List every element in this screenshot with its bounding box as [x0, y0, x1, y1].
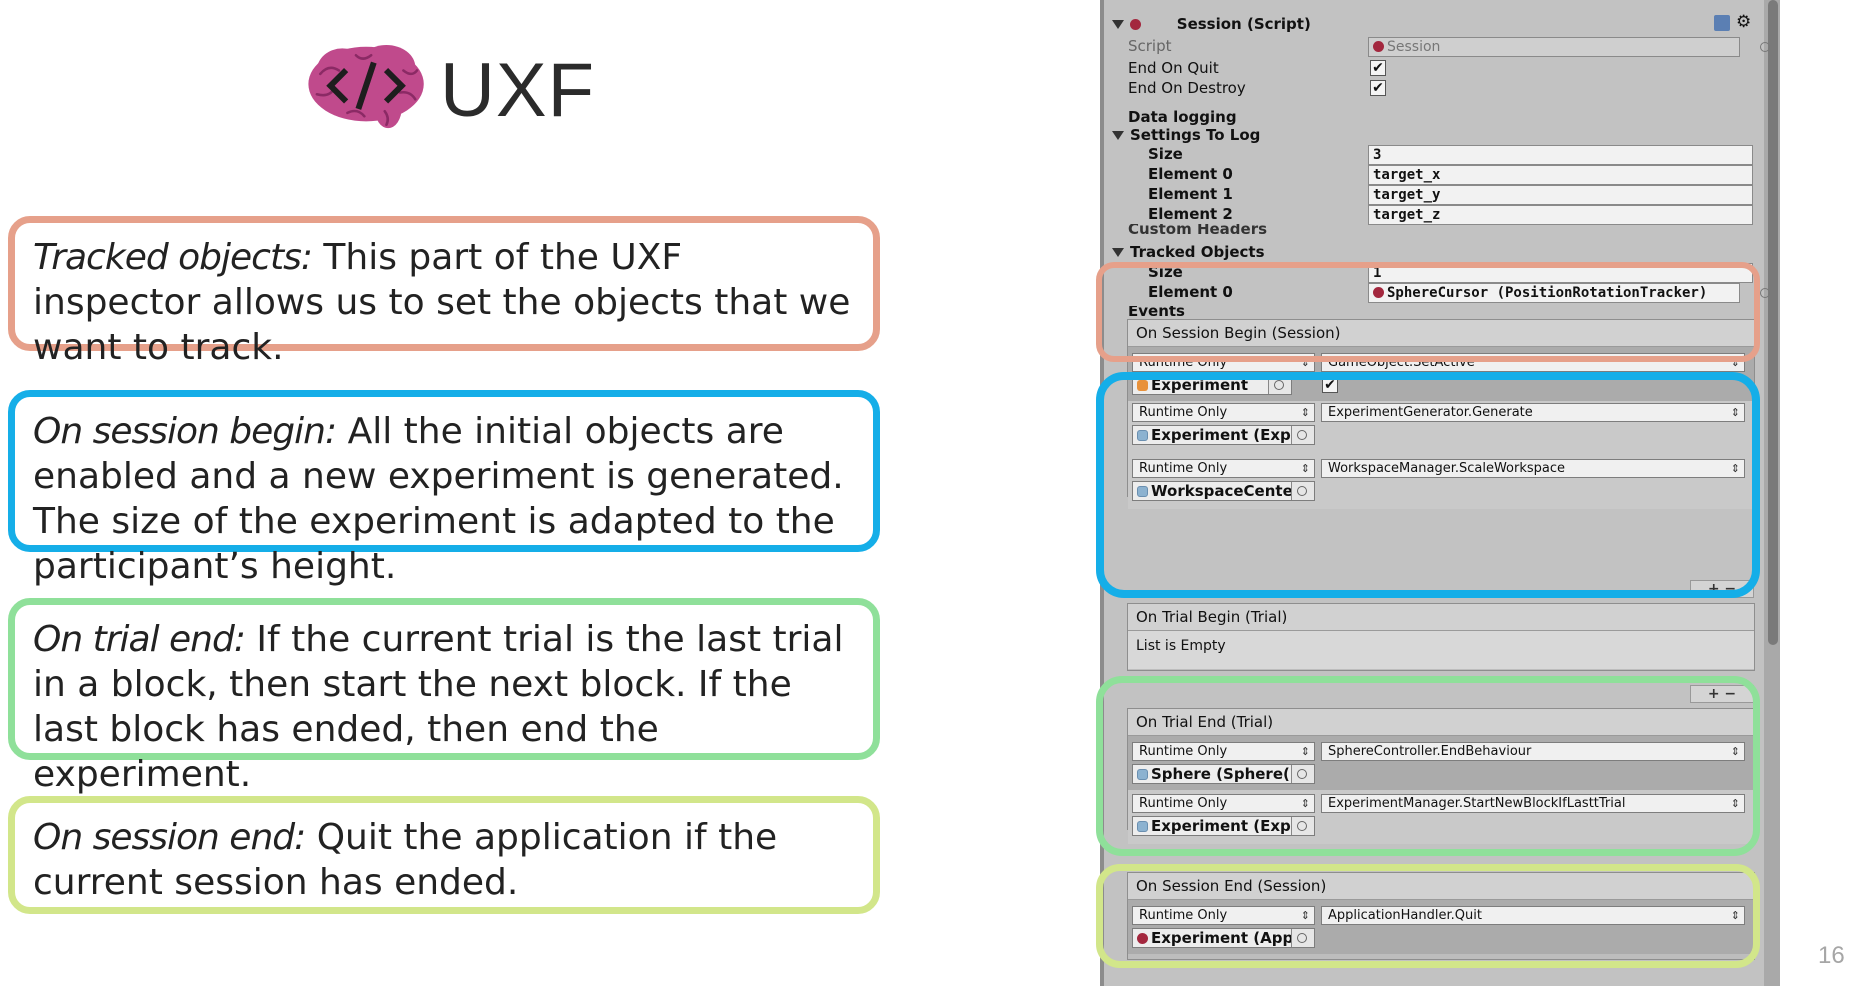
end-on-quit-label: End On Quit	[1128, 59, 1219, 77]
component-title: Session (Script)	[1176, 15, 1311, 33]
callout-title: Tracked objects:	[33, 237, 313, 278]
element-label: Element 2	[1148, 205, 1233, 223]
object-picker-icon[interactable]	[1760, 42, 1770, 52]
tracked-objects-highlight	[1096, 262, 1760, 362]
uxf-logo: UXF	[305, 30, 595, 150]
callout-title: On trial end:	[33, 619, 246, 660]
event-trial-begin: On Trial Begin (Trial) List is Empty	[1127, 603, 1755, 671]
page-number: 16	[1818, 942, 1845, 969]
session-begin-highlight	[1096, 372, 1760, 598]
settings-to-log-label: Settings To Log	[1130, 126, 1261, 144]
element-label: Element 0	[1148, 165, 1233, 183]
event-header: On Trial Begin (Trial)	[1128, 604, 1754, 631]
scrollbar-thumb[interactable]	[1768, 0, 1778, 645]
foldout-arrow-icon[interactable]	[1112, 20, 1124, 29]
tracked-objects-foldout[interactable]: Tracked Objects	[1112, 242, 1265, 262]
script-label: Script	[1128, 37, 1172, 55]
brain-icon	[1373, 41, 1384, 52]
object-picker-icon[interactable]	[1760, 288, 1770, 298]
settings-size-label: Size	[1148, 145, 1183, 163]
list-empty-text: List is Empty	[1128, 631, 1754, 669]
callout-tracked-objects: Tracked objects: This part of the UXF in…	[8, 216, 880, 368]
settings-to-log-foldout[interactable]: Settings To Log	[1112, 125, 1260, 145]
foldout-arrow-icon[interactable]	[1112, 248, 1124, 257]
end-on-destroy-checkbox[interactable]: ✔	[1370, 80, 1386, 96]
callout-title: On session begin:	[33, 411, 337, 452]
callout-title: On session end:	[33, 817, 306, 858]
tracked-objects-label: Tracked Objects	[1130, 243, 1265, 261]
element-field[interactable]: target_z	[1368, 205, 1753, 225]
script-field[interactable]: Session	[1368, 37, 1740, 57]
foldout-arrow-icon[interactable]	[1112, 131, 1124, 140]
help-book-icon[interactable]	[1714, 15, 1730, 31]
brain-icon	[1130, 19, 1141, 30]
session-end-highlight	[1096, 864, 1760, 968]
gear-icon[interactable]: ⚙	[1736, 12, 1751, 32]
callout-session-end: On session end: Quit the application if …	[8, 796, 880, 914]
end-on-destroy-label: End On Destroy	[1128, 79, 1246, 97]
callout-session-begin: On session begin: All the initial object…	[8, 390, 880, 587]
component-header[interactable]: Session (Script)	[1112, 14, 1311, 34]
data-logging-header: Data logging	[1128, 108, 1237, 126]
element-field[interactable]: target_y	[1368, 185, 1753, 205]
element-label: Element 1	[1148, 185, 1233, 203]
brain-code-icon	[308, 45, 424, 129]
end-on-quit-checkbox[interactable]: ✔	[1370, 60, 1386, 76]
callout-trial-end: On trial end: If the current trial is th…	[8, 598, 880, 795]
custom-headers-foldout[interactable]: Custom Headers	[1128, 224, 1267, 235]
element-field[interactable]: target_x	[1368, 165, 1753, 185]
trial-end-highlight	[1096, 676, 1760, 856]
script-value: Session	[1387, 39, 1441, 55]
settings-size-field[interactable]: 3	[1368, 145, 1753, 165]
logo-text: UXF	[440, 47, 595, 133]
